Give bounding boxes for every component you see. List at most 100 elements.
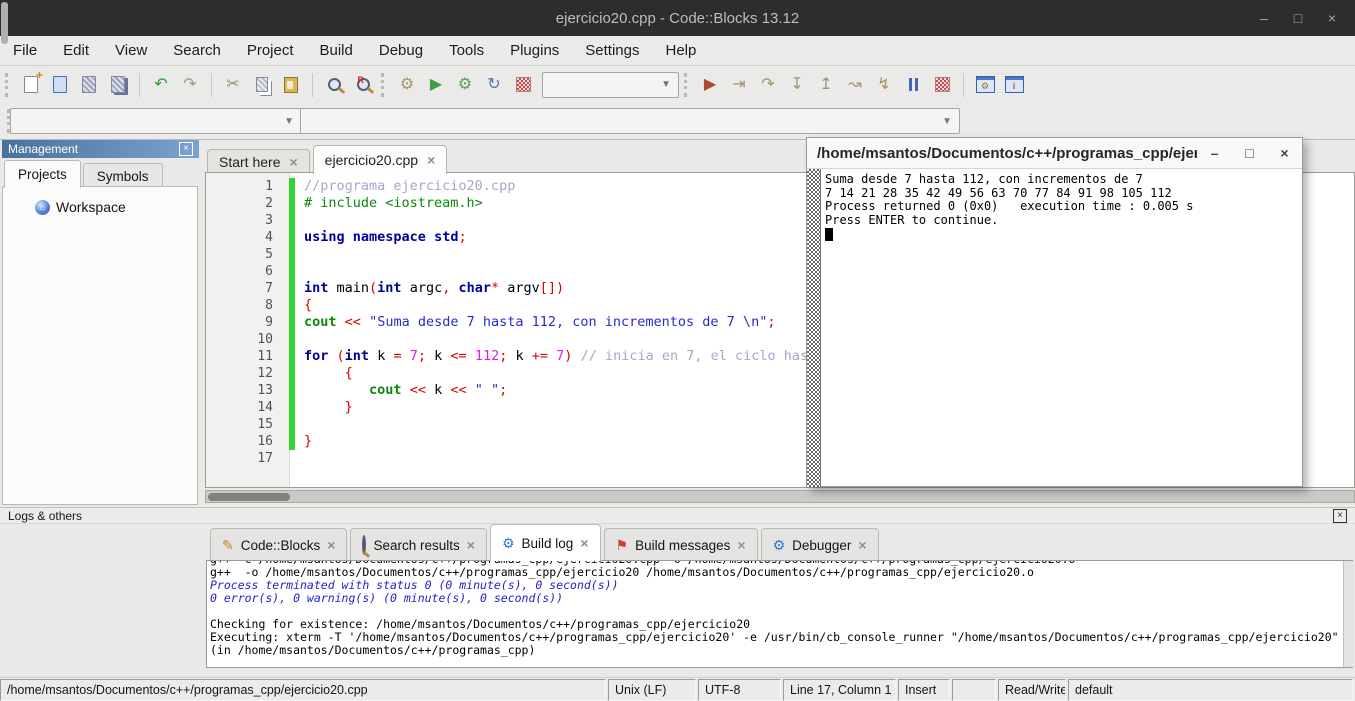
minimize-icon[interactable]: – — [1249, 5, 1279, 31]
copy-button[interactable] — [249, 72, 275, 98]
paste-button[interactable] — [278, 72, 304, 98]
terminal-title-bar[interactable]: /home/msantos/Documentos/c++/programas_c… — [807, 138, 1302, 169]
file-toolbar: ↶↷ ✂ — [18, 72, 376, 98]
close-tab-icon[interactable]: × — [737, 537, 745, 553]
changed-line-bar — [289, 212, 295, 229]
toolbar-grip[interactable] — [5, 73, 11, 97]
management-tab-projects[interactable]: Projects — [4, 160, 81, 188]
maximize-icon[interactable]: □ — [1232, 145, 1267, 161]
rebuild-button[interactable]: ↻ — [481, 72, 507, 98]
code-text: //programa ejercicio20.cpp — [304, 178, 515, 195]
various-info-button[interactable]: i — [1001, 72, 1027, 98]
step-into-button[interactable]: ↧ — [784, 72, 810, 98]
build-and-run-button[interactable]: ⚙ — [452, 72, 478, 98]
scope-combo[interactable]: ▼ — [10, 108, 302, 134]
next-instruction-button[interactable]: ↝ — [842, 72, 868, 98]
close-tab-icon[interactable]: × — [858, 537, 866, 553]
close-tab-icon[interactable]: × — [289, 154, 297, 170]
menu-help[interactable]: Help — [653, 36, 710, 65]
debug-continue-icon: ▶ — [704, 77, 716, 93]
title-bar: ejercicio20.cpp - Code::Blocks 13.12 – □… — [0, 0, 1355, 36]
log-tab-label: Build log — [522, 536, 574, 551]
terminal-scrollbar[interactable] — [807, 169, 821, 487]
log-vertical-scrollbar[interactable] — [1343, 561, 1354, 667]
build-log-content[interactable]: g++ -c /home/msantos/Documentos/c++/prog… — [206, 560, 1353, 668]
minimize-icon[interactable]: – — [1197, 145, 1232, 161]
logs-pane-header[interactable]: Logs & others × — [0, 507, 1355, 524]
editor-tab-start-here[interactable]: Start here× — [207, 149, 310, 174]
terminal-line: Process returned 0 (0x0) execution time … — [825, 200, 1302, 214]
editor-tab-ejercicio20-cpp[interactable]: ejercicio20.cpp× — [313, 145, 448, 174]
project-tree[interactable]: ⌂Workspace — [2, 186, 198, 505]
menu-debug[interactable]: Debug — [366, 36, 436, 65]
menu-plugins[interactable]: Plugins — [497, 36, 572, 65]
build-target-combo[interactable]: ▼ — [542, 72, 679, 98]
menu-search[interactable]: Search — [160, 36, 234, 65]
code-text: { — [304, 297, 312, 314]
menu-build[interactable]: Build — [307, 36, 366, 65]
log-tab-build-messages[interactable]: ⚑Build messages× — [604, 528, 758, 561]
debugging-windows-button[interactable]: ⚙ — [972, 72, 998, 98]
log-tab-code-blocks[interactable]: ✎Code::Blocks× — [210, 528, 347, 561]
close-tab-icon[interactable]: × — [580, 535, 588, 551]
close-icon[interactable]: × — [1267, 145, 1302, 161]
save-all-files-button[interactable] — [105, 72, 131, 98]
management-tab-symbols[interactable]: Symbols — [83, 163, 163, 188]
code-text: cout << k << " "; — [304, 382, 507, 399]
codeblocks-window: ejercicio20.cpp - Code::Blocks 13.12 – □… — [0, 0, 1355, 701]
window-controls: – □ × — [1249, 0, 1347, 36]
line-number: 8 — [206, 297, 289, 314]
open-file-button[interactable] — [47, 72, 73, 98]
toolbar-grip[interactable] — [381, 73, 387, 97]
menu-settings[interactable]: Settings — [572, 36, 652, 65]
function-combo[interactable]: ▼ — [300, 108, 960, 134]
code-text: } — [304, 399, 353, 416]
menu-project[interactable]: Project — [234, 36, 307, 65]
menu-edit[interactable]: Edit — [50, 36, 102, 65]
tree-item-workspace[interactable]: ⌂Workspace — [3, 187, 197, 215]
close-icon[interactable]: × — [1317, 5, 1347, 31]
editor-tab-strip: Start here×ejercicio20.cpp× — [207, 145, 450, 173]
break-debugger-button[interactable] — [900, 72, 926, 98]
close-pane-icon[interactable]: × — [1333, 509, 1347, 523]
changed-line-bar — [289, 450, 295, 467]
scrollbar-thumb[interactable] — [1, 2, 8, 44]
editor-horizontal-scrollbar[interactable] — [205, 490, 1355, 503]
close-tab-icon[interactable]: × — [327, 537, 335, 553]
close-pane-icon[interactable]: × — [179, 142, 193, 156]
log-tab-build-log[interactable]: ⚙Build log× — [490, 524, 601, 561]
undo-button[interactable]: ↶ — [148, 72, 174, 98]
maximize-icon[interactable]: □ — [1283, 5, 1313, 31]
find-button[interactable] — [321, 72, 347, 98]
status-insert-mode: Insert — [898, 679, 950, 701]
log-tab-search-results[interactable]: Search results × — [350, 528, 486, 561]
log-tab-debugger[interactable]: ⚙Debugger× — [761, 528, 879, 561]
debug-continue-button[interactable]: ▶ — [697, 72, 723, 98]
management-pane-header[interactable]: Management × — [2, 140, 199, 158]
menu-view[interactable]: View — [102, 36, 160, 65]
log-tab-label: Search results — [373, 538, 459, 553]
cut-button[interactable]: ✂ — [220, 72, 246, 98]
step-out-button[interactable]: ↥ — [813, 72, 839, 98]
save-file-button[interactable] — [76, 72, 102, 98]
menu-tools[interactable]: Tools — [436, 36, 497, 65]
stop-debugger-button[interactable] — [929, 72, 955, 98]
close-tab-icon[interactable]: × — [427, 152, 435, 168]
status-empty — [952, 679, 996, 701]
run-button[interactable]: ▶ — [423, 72, 449, 98]
status-readwrite: Read/Write — [998, 679, 1066, 701]
step-into-instruction-button[interactable]: ↯ — [871, 72, 897, 98]
run-to-cursor-button[interactable]: ⇥ — [726, 72, 752, 98]
scrollbar-thumb[interactable] — [208, 493, 290, 501]
build-button[interactable]: ⚙ — [394, 72, 420, 98]
menu-bar: FileEditViewSearchProjectBuildDebugTools… — [0, 36, 1355, 66]
close-tab-icon[interactable]: × — [467, 537, 475, 553]
toolbar-grip[interactable] — [684, 73, 690, 97]
replace-button[interactable] — [350, 72, 376, 98]
new-file-button[interactable] — [18, 72, 44, 98]
terminal-output[interactable]: Suma desde 7 hasta 112, con incrementos … — [807, 169, 1302, 487]
next-line-icon: ↷ — [761, 77, 774, 93]
next-line-button[interactable]: ↷ — [755, 72, 781, 98]
abort-build-button[interactable] — [510, 72, 536, 98]
redo-button[interactable]: ↷ — [177, 72, 203, 98]
